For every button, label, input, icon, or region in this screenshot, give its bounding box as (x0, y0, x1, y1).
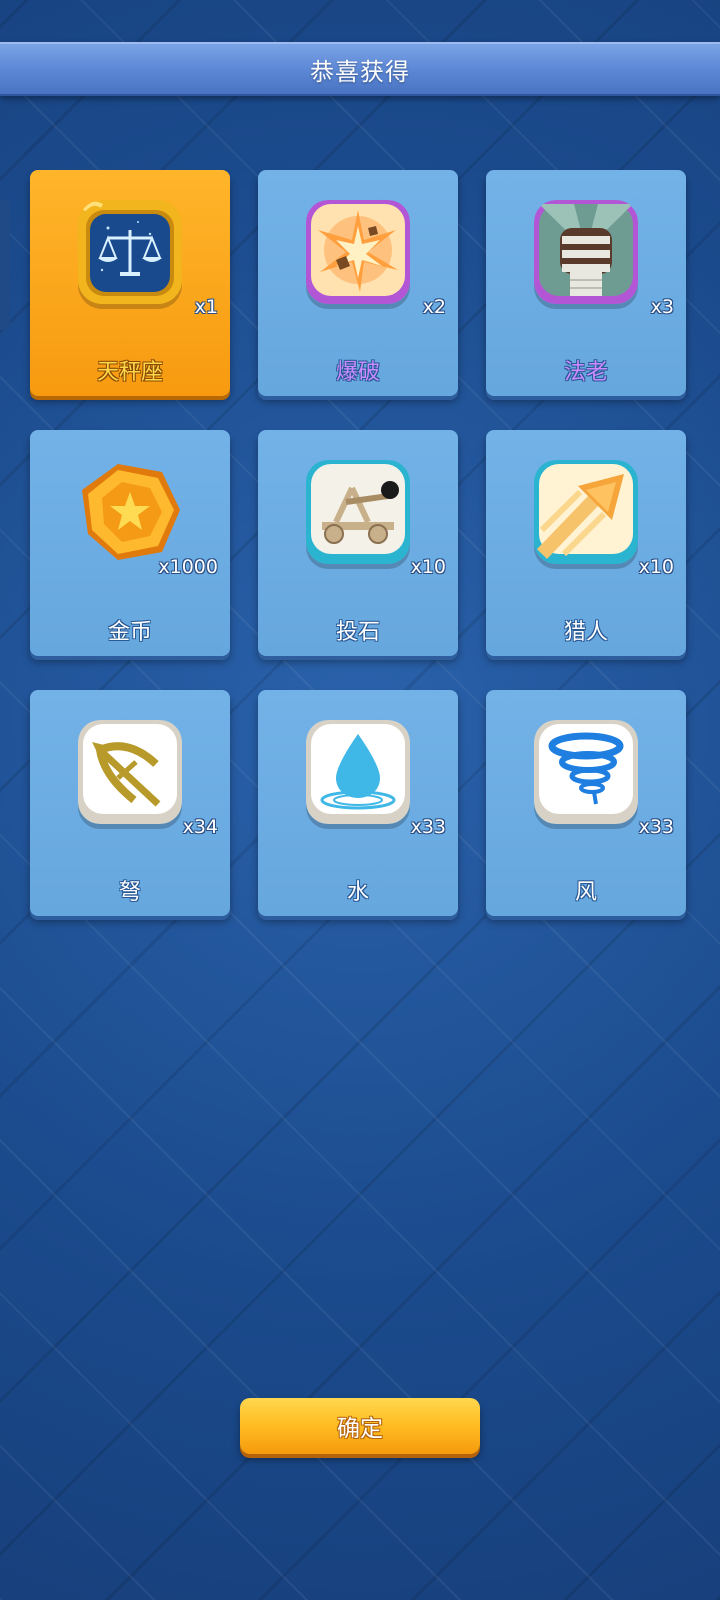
reward-name: 投石 (335, 620, 380, 645)
catapult-icon (306, 460, 410, 564)
reward-quantity: x2 (422, 296, 446, 318)
reward-quantity: x33 (410, 816, 446, 838)
reward-quantity: x1 (194, 296, 218, 318)
tornado-icon (534, 720, 638, 824)
reward-quantity: x10 (410, 556, 446, 578)
reward-name: 猎人 (563, 620, 608, 645)
reward-card-crossbow[interactable]: x34 弩 (30, 690, 230, 916)
reward-card-wind[interactable]: x33 风 (486, 690, 686, 916)
reward-card-pharaoh[interactable]: x3 法老 (486, 170, 686, 396)
water-drop-icon (306, 720, 410, 824)
reward-card-explosion[interactable]: x2 爆破 (258, 170, 458, 396)
reward-name: 金币 (107, 620, 152, 645)
gold-coin-icon (78, 460, 182, 564)
title-bar: 恭喜获得 (0, 42, 720, 96)
reward-card-catapult[interactable]: x10 投石 (258, 430, 458, 656)
reward-card-libra[interactable]: x1 天秤座 (30, 170, 230, 396)
crossbow-icon (78, 720, 182, 824)
reward-name: 爆破 (335, 360, 380, 385)
reward-quantity: x1000 (158, 556, 218, 578)
libra-zodiac-icon (78, 200, 182, 304)
reward-name: 天秤座 (96, 360, 163, 385)
reward-card-water[interactable]: x33 水 (258, 690, 458, 916)
reward-quantity: x34 (182, 816, 218, 838)
reward-quantity: x10 (638, 556, 674, 578)
confirm-button[interactable]: 确定 (240, 1398, 480, 1454)
hunter-arrow-icon (534, 460, 638, 564)
reward-grid: x1 天秤座 x2 爆破 x3 法老 x1000 金币 x10 投石 x10 猎… (30, 170, 690, 916)
reward-name: 水 (346, 880, 369, 905)
reward-name: 法老 (563, 360, 608, 385)
page-title: 恭喜获得 (310, 57, 410, 86)
reward-card-gold-coin[interactable]: x1000 金币 (30, 430, 230, 656)
side-tab (0, 200, 10, 330)
reward-quantity: x33 (638, 816, 674, 838)
explosion-icon (306, 200, 410, 304)
reward-name: 风 (574, 880, 597, 905)
confirm-button-label: 确定 (337, 1416, 383, 1442)
reward-quantity: x3 (650, 296, 674, 318)
reward-card-hunter[interactable]: x10 猎人 (486, 430, 686, 656)
reward-name: 弩 (118, 880, 141, 905)
pharaoh-fist-icon (534, 200, 638, 304)
